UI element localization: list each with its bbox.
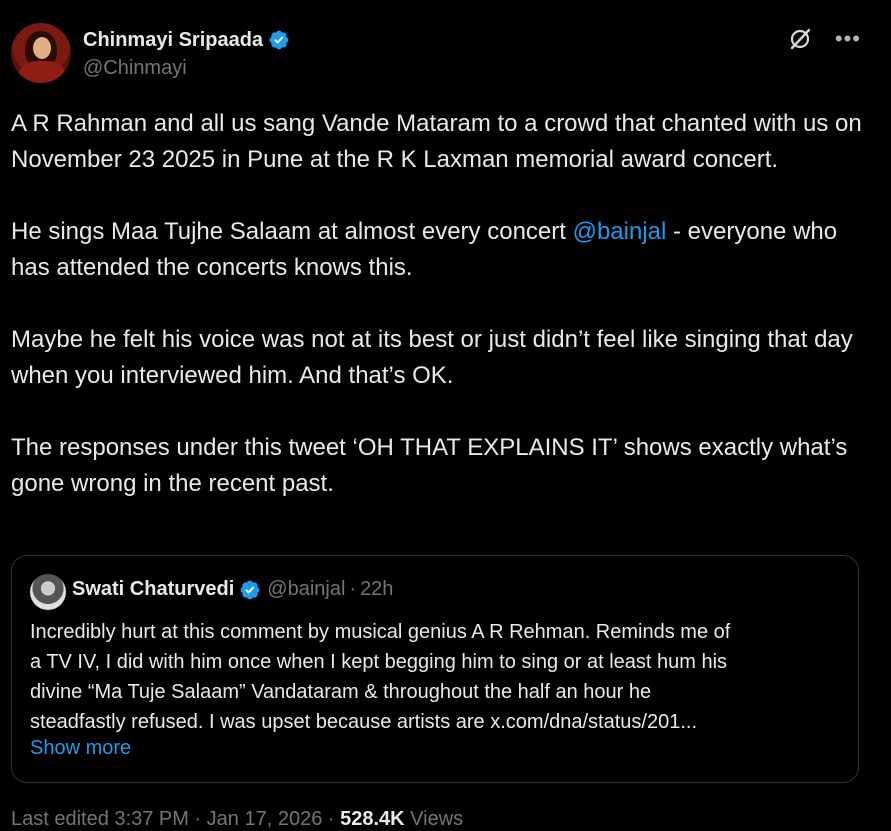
quoted-tweet-header: Swati Chaturvedi @bainjal · 22h — [72, 578, 393, 601]
avatar-face — [33, 37, 51, 59]
quoted-author-handle[interactable]: @bainjal — [267, 578, 345, 601]
view-count: 528.4K — [340, 808, 405, 830]
quoted-text-line: divine “Ma Tuje Salaam” Vandataram & thr… — [30, 681, 652, 703]
quoted-tweet-text: Incredibly hurt at this comment by music… — [30, 617, 850, 737]
grok-icon[interactable] — [787, 26, 813, 52]
tweet-paragraph-2-start: He sings Maa Tujhe Salaam at almost ever… — [11, 218, 573, 245]
views-label: Views — [404, 808, 464, 830]
author-display-name[interactable]: Chinmayi Sripaada — [83, 29, 263, 52]
quoted-author-avatar[interactable] — [30, 574, 66, 610]
edited-timestamp[interactable]: Last edited 3:37 PM · Jan 17, 2026 · — [11, 808, 340, 830]
tweet-text: A R Rahman and all us sang Vande Mataram… — [11, 106, 871, 502]
top-actions: ••• — [787, 26, 861, 52]
quoted-text-line: Incredibly hurt at this comment by music… — [30, 621, 731, 643]
tweet-paragraph-1: A R Rahman and all us sang Vande Mataram… — [11, 110, 862, 173]
quoted-tweet-card[interactable]: Swati Chaturvedi @bainjal · 22h Incredib… — [11, 555, 859, 783]
verified-badge-icon — [239, 579, 261, 601]
quoted-timestamp[interactable]: 22h — [360, 578, 393, 601]
tweet-paragraph-3: Maybe he felt his voice was not at its b… — [11, 326, 853, 389]
show-more-link[interactable]: Show more — [30, 737, 131, 760]
tweet-paragraph-2: He sings Maa Tujhe Salaam at almost ever… — [11, 214, 871, 286]
author-avatar[interactable] — [11, 23, 71, 83]
author-name-row: Chinmayi Sripaada — [83, 27, 290, 53]
tweet-paragraph-4: The responses under this tweet ‘OH THAT … — [11, 434, 848, 497]
quoted-text-line: a TV IV, I did with him once when I kept… — [30, 651, 728, 673]
mention-link[interactable]: @bainjal — [573, 218, 667, 245]
author-handle[interactable]: @Chinmayi — [83, 57, 187, 80]
more-options-icon[interactable]: ••• — [835, 28, 861, 50]
avatar-body — [19, 61, 65, 83]
dot-separator: · — [349, 578, 357, 600]
verified-badge-icon[interactable] — [268, 29, 290, 51]
quoted-text-line: steadfastly refused. I was upset because… — [30, 711, 698, 733]
quoted-author-name[interactable]: Swati Chaturvedi — [72, 578, 234, 601]
